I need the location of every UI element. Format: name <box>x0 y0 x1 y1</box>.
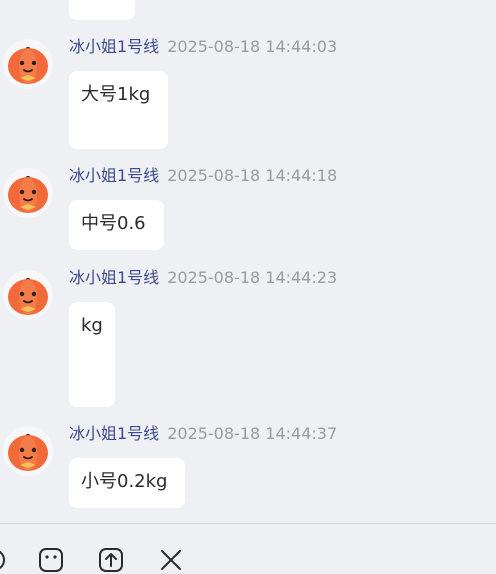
avatar[interactable] <box>3 270 53 320</box>
avatar[interactable] <box>3 426 53 476</box>
message-bubble-partial <box>69 0 135 20</box>
emoji-icon[interactable] <box>0 546 8 574</box>
sticker-icon[interactable] <box>37 546 65 574</box>
message-timestamp: 2025-08-18 14:44:18 <box>167 166 338 185</box>
sender-name[interactable]: 冰小姐1号线 <box>69 166 159 185</box>
message-text: kg <box>81 315 103 336</box>
pumpkin-icon <box>8 434 48 471</box>
pumpkin-icon <box>8 176 48 213</box>
message-text: 小号0.2kg <box>81 471 168 492</box>
avatar[interactable] <box>3 39 53 89</box>
message-timestamp: 2025-08-18 14:44:03 <box>167 37 338 56</box>
sender-name[interactable]: 冰小姐1号线 <box>69 424 159 443</box>
message-bubble: 大号1kg <box>69 71 168 149</box>
message-bubble: 中号0.6 <box>69 200 164 250</box>
message-timestamp: 2025-08-18 14:44:37 <box>167 424 338 443</box>
sender-name[interactable]: 冰小姐1号线 <box>69 268 159 287</box>
close-icon[interactable] <box>157 546 185 574</box>
message-timestamp: 2025-08-18 14:44:23 <box>167 268 338 287</box>
message-text: 大号1kg <box>81 84 151 105</box>
upload-icon[interactable] <box>97 546 125 574</box>
message-bubble: 小号0.2kg <box>69 458 185 508</box>
pumpkin-icon <box>8 47 48 84</box>
message-bubble: kg <box>69 302 115 407</box>
message-text: 中号0.6 <box>81 213 146 234</box>
sender-name[interactable]: 冰小姐1号线 <box>69 37 159 56</box>
pumpkin-icon <box>8 278 48 315</box>
avatar[interactable] <box>3 168 53 218</box>
composer-toolbar <box>0 524 496 572</box>
